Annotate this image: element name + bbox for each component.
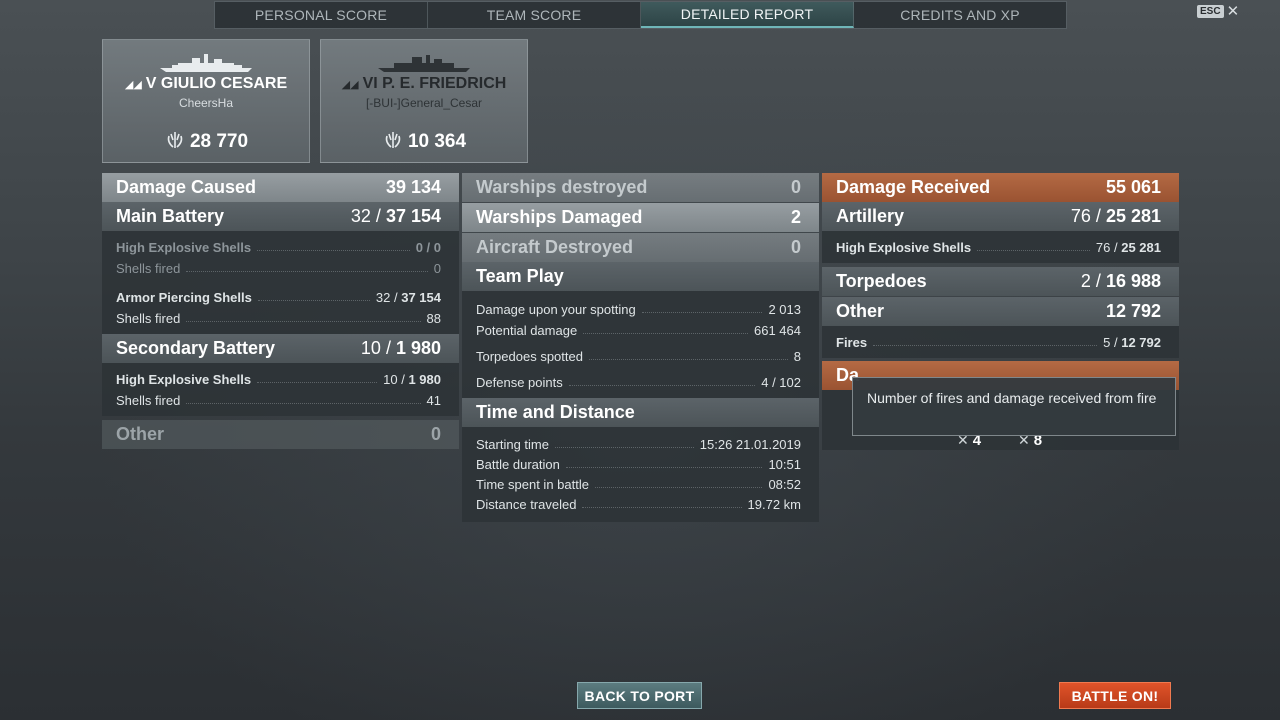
tab-credits-and-xp[interactable]: CREDITS AND XP bbox=[854, 2, 1066, 28]
back-to-port-button[interactable]: BACK TO PORT bbox=[577, 682, 702, 709]
detail-row: Shells fired 41 bbox=[116, 393, 441, 408]
player-name: CheersHa bbox=[178, 96, 234, 110]
warships-damaged-header: Warships Damaged 2 bbox=[462, 203, 819, 232]
damage-received-header: Damage Received 55 061 bbox=[822, 173, 1179, 202]
tab-personal-score[interactable]: PERSONAL SCORE bbox=[215, 2, 428, 28]
damage-caused-panel: Damage Caused 39 134 Main Battery 32 / 3… bbox=[102, 173, 459, 449]
section-title: Damage Caused bbox=[116, 177, 257, 197]
battleship-silhouette-icon bbox=[160, 54, 252, 72]
detail-row: Defense points 4 / 102 bbox=[476, 375, 801, 390]
time-distance-details: Starting time 15:26 21.01.2019 Battle dur… bbox=[462, 427, 819, 522]
laurel-icon bbox=[167, 132, 183, 148]
detail-row: Shells fired 0 bbox=[116, 261, 441, 276]
ship-name: ◢◢ VI P. E. FRIEDRICH bbox=[341, 75, 507, 92]
team-play-details: Damage upon your spotting 2 013 Potential… bbox=[462, 291, 819, 398]
team-play-header: Team Play bbox=[462, 262, 819, 291]
detail-row: Time spent in battle 08:52 bbox=[476, 476, 801, 492]
ship-card-enemy[interactable]: ◢◢ VI P. E. FRIEDRICH [-BUI-]General_Cesa… bbox=[320, 39, 528, 163]
close-icon: ✕ bbox=[1226, 3, 1240, 20]
artillery-header[interactable]: Artillery 76 / 25 281 bbox=[822, 202, 1179, 231]
detail-row: High Explosive Shells 76 / 25 281 bbox=[836, 240, 1161, 255]
ship-score: 28 770 bbox=[103, 130, 309, 153]
main-battery-details: High Explosive Shells 0 / 0 Shells fired… bbox=[102, 231, 459, 334]
laurel-icon bbox=[385, 132, 401, 148]
tab-detailed-report[interactable]: DETAILED REPORT bbox=[641, 2, 854, 28]
detail-row: High Explosive Shells 0 / 0 bbox=[116, 240, 441, 255]
artillery-details: High Explosive Shells 76 / 25 281 bbox=[822, 231, 1179, 263]
detail-row: High Explosive Shells 10 / 1 980 bbox=[116, 372, 441, 387]
detail-row: Armor Piercing Shells 32 / 37 154 bbox=[116, 290, 441, 305]
aircraft-destroyed-header: Aircraft Destroyed 0 bbox=[462, 233, 819, 262]
tab-team-score[interactable]: TEAM SCORE bbox=[428, 2, 641, 28]
other-received-details: Fires 5 / 12 792 bbox=[822, 326, 1179, 358]
battleship-class-icon: ◢◢ bbox=[124, 79, 142, 91]
fires-tooltip: Number of fires and damage received from… bbox=[852, 377, 1176, 436]
row-label: Main Battery bbox=[116, 206, 225, 226]
ship-score: 10 364 bbox=[321, 130, 527, 153]
report-tabs: PERSONAL SCORE TEAM SCORE DETAILED REPOR… bbox=[214, 1, 1067, 29]
damage-caused-header: Damage Caused 39 134 bbox=[102, 173, 459, 202]
battleship-silhouette-icon bbox=[378, 55, 470, 72]
detail-row: Distance traveled 19.72 km bbox=[476, 496, 801, 512]
ship-card-player[interactable]: ◢◢ V GIULIO CESARE CheersHa 28 770 bbox=[102, 39, 310, 163]
damage-caused-total: 39 134 bbox=[385, 177, 441, 197]
warships-destroyed-header: Warships destroyed 0 bbox=[462, 173, 819, 202]
row-label: Secondary Battery bbox=[116, 338, 276, 358]
close-button[interactable]: ESC ✕ bbox=[1197, 4, 1239, 19]
detail-row: Starting time 15:26 21.01.2019 bbox=[476, 436, 801, 452]
damage-received-total: 55 061 bbox=[1105, 177, 1161, 197]
time-distance-header: Time and Distance bbox=[462, 398, 819, 427]
detail-row: Potential damage 661 464 bbox=[476, 323, 801, 338]
battle-summary-panel: Warships destroyed 0 Warships Damaged 2 … bbox=[462, 173, 819, 522]
detail-row: Torpedoes spotted 8 bbox=[476, 349, 801, 364]
battleship-class-icon: ◢◢ bbox=[341, 79, 359, 91]
fires-row[interactable]: Fires 5 / 12 792 bbox=[822, 332, 1179, 353]
secondary-battery-details: High Explosive Shells 10 / 1 980 Shells … bbox=[102, 363, 459, 416]
main-battery-header[interactable]: Main Battery 32 / 37 154 bbox=[102, 202, 459, 231]
battle-on-button[interactable]: BATTLE ON! bbox=[1059, 682, 1171, 709]
detail-row: Shells fired 88 bbox=[116, 311, 441, 326]
other-received-header[interactable]: Other 12 792 bbox=[822, 297, 1179, 326]
secondary-battery-header[interactable]: Secondary Battery 10 / 1 980 bbox=[102, 334, 459, 363]
detail-row: Damage upon your spotting 2 013 bbox=[476, 302, 801, 317]
main-battery-value: 32 / 37 154 bbox=[350, 206, 441, 226]
player-name: [-BUI-]General_Cesar bbox=[365, 96, 483, 110]
other-damage-header: Other 0 bbox=[102, 420, 459, 449]
secondary-battery-value: 10 / 1 980 bbox=[360, 338, 441, 358]
esc-key-icon: ESC bbox=[1197, 5, 1224, 18]
torpedoes-header[interactable]: Torpedoes 2 / 16 988 bbox=[822, 267, 1179, 296]
ship-name: ◢◢ V GIULIO CESARE bbox=[124, 75, 288, 92]
detail-row: Battle duration 10:51 bbox=[476, 456, 801, 472]
